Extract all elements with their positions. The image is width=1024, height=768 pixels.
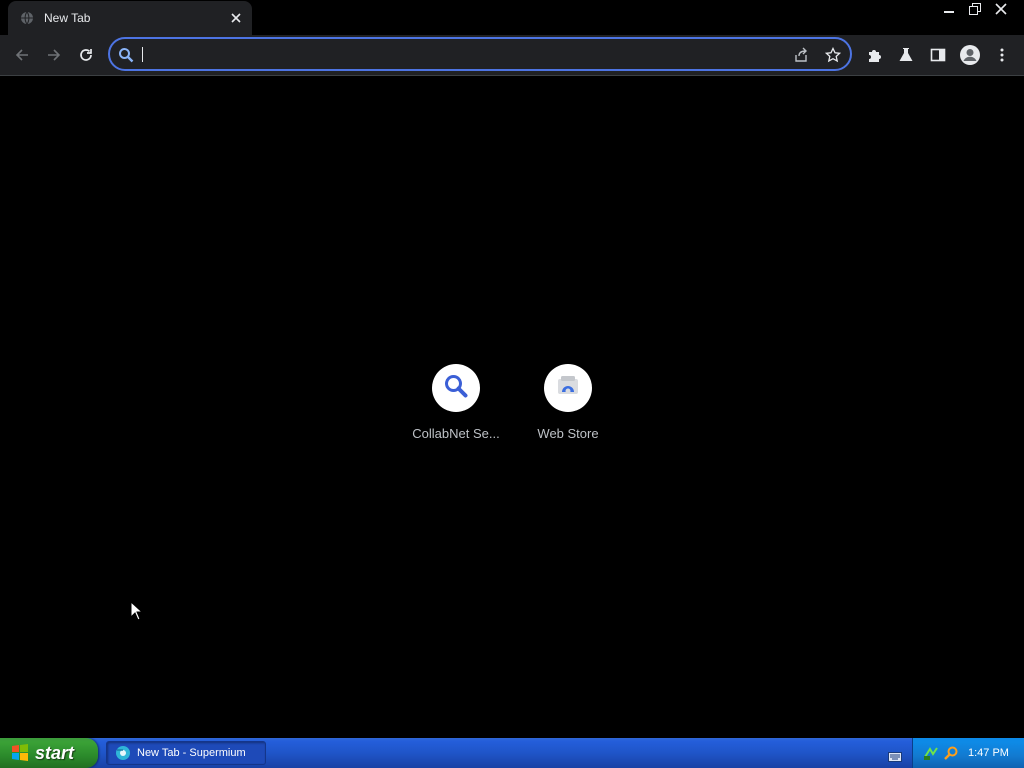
clock: 1:47 PM [968, 747, 1009, 759]
taskbar-item-browser[interactable]: New Tab - Supermium [106, 741, 266, 765]
windows-logo-icon [10, 743, 30, 763]
tab-title: New Tab [44, 11, 91, 25]
search-icon [117, 46, 135, 64]
taskbar: start New Tab - Supermium 1:47 PM [0, 738, 1024, 768]
mouse-pointer-icon [130, 600, 144, 626]
start-button[interactable]: start [0, 738, 98, 768]
address-input[interactable] [140, 43, 780, 65]
search-icon [443, 373, 469, 404]
title-bar: New Tab [0, 0, 1024, 35]
globe-icon [20, 11, 34, 25]
side-panel-icon[interactable] [926, 43, 950, 67]
restore-icon[interactable] [964, 0, 986, 18]
start-label: start [35, 742, 75, 763]
forward-arrow-icon[interactable] [42, 43, 66, 67]
keyboard-icon[interactable] [888, 749, 902, 762]
network-icon[interactable] [923, 745, 939, 761]
address-bar[interactable] [108, 37, 852, 71]
shortcut-label: Web Store [537, 426, 599, 441]
extensions-puzzle-icon[interactable] [862, 43, 886, 67]
window-controls [938, 0, 1012, 18]
bookmark-star-icon[interactable] [824, 46, 842, 64]
text-caret [142, 47, 143, 62]
tab-new-tab[interactable]: New Tab [8, 1, 252, 35]
shortcut-web-store[interactable]: Web Store [512, 364, 624, 441]
minimize-icon[interactable] [938, 0, 960, 18]
taskbar-item-label: New Tab - Supermium [137, 747, 246, 759]
labs-flask-icon[interactable] [894, 43, 918, 67]
search-tray-icon[interactable] [943, 745, 959, 761]
back-arrow-icon[interactable] [10, 43, 34, 67]
browser-icon [115, 745, 131, 761]
close-window-icon[interactable] [990, 0, 1012, 18]
shortcut-label: CollabNet Se... [412, 426, 500, 441]
close-tab-icon[interactable] [228, 10, 244, 26]
system-tray: 1:47 PM [912, 738, 1024, 768]
more-menu-icon[interactable] [990, 43, 1014, 67]
shortcut-tile [432, 364, 480, 412]
web-store-icon [556, 374, 580, 403]
share-icon[interactable] [792, 46, 810, 64]
shortcut-tile [544, 364, 592, 412]
browser-toolbar [0, 35, 1024, 76]
shortcut-collabnet[interactable]: CollabNet Se... [400, 364, 512, 441]
reload-icon[interactable] [74, 43, 98, 67]
profile-avatar-icon[interactable] [958, 43, 982, 67]
